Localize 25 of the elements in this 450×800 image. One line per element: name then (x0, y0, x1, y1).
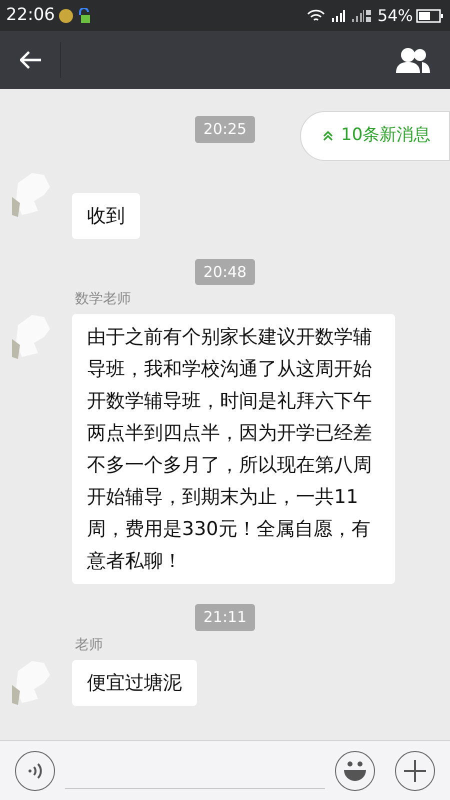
message-bubble: 便宜过塘泥 (72, 660, 197, 706)
battery-percent: 54% (377, 4, 413, 26)
group-icon[interactable] (396, 47, 430, 73)
wifi-icon (307, 8, 326, 22)
message-bubble: 由于之前有个别家长建议开数学辅导班，我和学校沟通了从这周开始开数学辅导班，时间是礼拜六下午两点半到四点半，因为开学已经差不多一个多月了，所以现在第八周开始辅导，到期末为止，一共11周，费用是330元！全属自愿，有意者私聊！ (72, 314, 395, 584)
timestamp: 20:48 (195, 258, 255, 285)
battery-icon (416, 8, 444, 22)
message-bubble: 收到 (72, 192, 140, 238)
status-time: 22:06 (6, 4, 55, 27)
voice-icon (27, 762, 43, 778)
signal-icon (351, 10, 372, 22)
add-button[interactable] (395, 750, 435, 790)
sender-name: 数学老师 (75, 290, 132, 309)
back-icon[interactable] (20, 51, 42, 69)
signal-icon (331, 10, 346, 22)
smiley-icon (342, 758, 368, 782)
sender-name: 老师 (75, 636, 104, 654)
lock-icon (77, 8, 91, 24)
double-chevron-up-icon (323, 131, 333, 141)
emoji-button[interactable] (335, 750, 375, 790)
plus-icon (404, 760, 426, 782)
timestamp: 21:11 (195, 604, 255, 630)
timestamp: 20:25 (195, 116, 255, 142)
new-messages-pill[interactable]: 10条新消息 (300, 111, 450, 161)
voice-button[interactable] (15, 750, 55, 790)
